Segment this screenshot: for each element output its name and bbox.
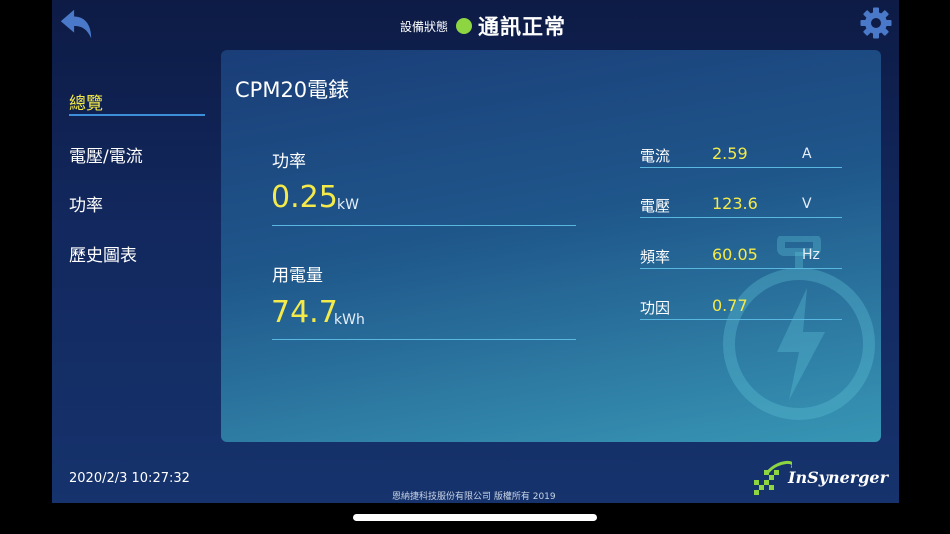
power-factor-underline [640,319,842,320]
power-value: 0.25 [271,180,338,215]
frequency-label: 頻率 [640,248,671,266]
status-indicator-dot [456,18,473,34]
sidebar-item-voltage-current[interactable]: 電壓/電流 [69,142,143,167]
top-bar: 設備狀態 通訊正常 [52,0,899,50]
voltage-underline [640,217,842,218]
logo-checker-icon [754,461,792,495]
gear-icon[interactable] [860,7,892,39]
energy-unit: kWh [334,312,365,328]
sidebar-item-history-chart[interactable]: 歷史圖表 [69,241,137,266]
current-datetime: 2020/2/3 10:27:32 [69,471,190,486]
back-arrow-icon[interactable] [57,6,95,44]
voltage-unit: V [802,196,812,212]
app-screen: 設備狀態 通訊正常 總覽 電壓/電流 功率 歷史圖表 CPM20電錶 功率 0.… [52,0,899,503]
frequency-unit: Hz [802,247,820,263]
current-label: 電流 [640,147,671,165]
sidebar-item-overview[interactable]: 總覽 [69,89,103,114]
current-unit: A [802,146,812,162]
current-underline [640,167,842,168]
energy-label: 用電量 [272,266,323,286]
power-bolt-icon [723,236,875,420]
power-factor-label: 功因 [640,299,671,317]
power-factor-value: 0.77 [712,296,748,315]
sidebar-item-power[interactable]: 功率 [69,191,103,216]
frequency-value: 60.05 [712,245,758,264]
energy-value: 74.7 [271,295,338,330]
frequency-underline [640,268,842,269]
power-label: 功率 [272,152,306,172]
status-text: 通訊正常 [478,15,567,39]
meter-title: CPM20電錶 [235,78,350,102]
energy-underline [272,339,576,340]
power-unit: kW [337,197,359,213]
insynerger-logo: InSynerger [752,458,892,498]
home-indicator[interactable] [353,514,597,521]
current-value: 2.59 [712,144,748,163]
meter-panel: CPM20電錶 功率 0.25 kW 用電量 74.7 kWh 電流 2.59 … [221,50,881,442]
active-tab-underline [69,114,205,116]
device-status: 設備狀態 通訊正常 [400,12,566,40]
copyright-text: 恩納捷科技服份有限公司 版權所有 2019 [392,492,556,502]
logo-text: InSynerger [788,468,889,487]
voltage-value: 123.6 [712,194,758,213]
status-label: 設備狀態 [400,19,449,34]
power-underline [272,225,576,226]
voltage-label: 電壓 [640,197,671,215]
